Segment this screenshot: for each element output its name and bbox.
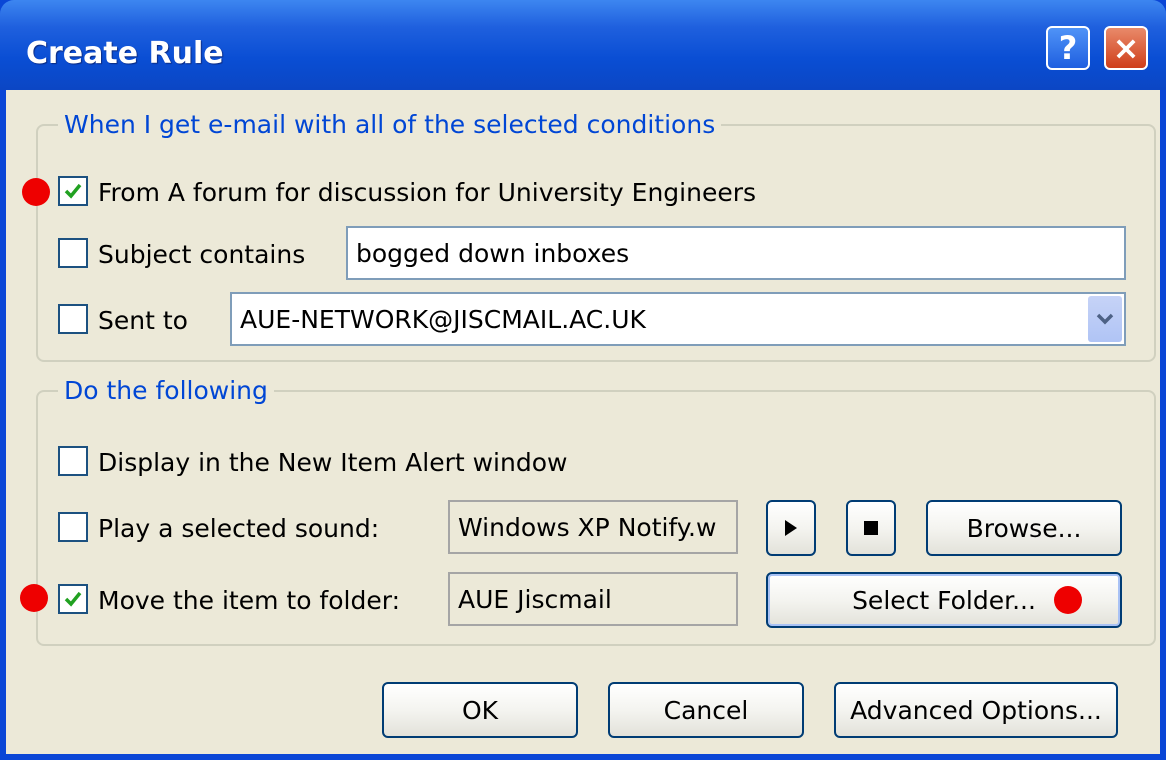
stop-icon [864, 521, 878, 535]
sound-file-field: Windows XP Notify.w [448, 500, 738, 554]
conditions-legend: When I get e-mail with all of the select… [64, 110, 716, 139]
annotation-marker [20, 584, 48, 612]
cancel-button[interactable]: Cancel [608, 682, 804, 738]
subject-checkbox[interactable] [58, 238, 88, 268]
sound-checkbox[interactable] [58, 512, 88, 542]
close-button[interactable]: × [1104, 26, 1148, 70]
annotation-marker [22, 178, 50, 206]
stop-sound-button[interactable] [846, 500, 896, 556]
move-label: Move the item to folder: [98, 586, 400, 615]
sound-label: Play a selected sound: [98, 514, 380, 543]
advanced-options-button[interactable]: Advanced Options... [834, 682, 1118, 738]
ok-button[interactable]: OK [382, 682, 578, 738]
sent-to-label: Sent to [98, 306, 188, 335]
alert-label: Display in the New Item Alert window [98, 448, 568, 477]
move-checkbox[interactable] [58, 584, 88, 614]
subject-label: Subject contains [98, 240, 306, 269]
annotation-marker [1054, 586, 1082, 614]
checkmark-icon [64, 591, 82, 607]
play-sound-button[interactable] [766, 500, 816, 556]
create-rule-window: Create Rule ? × When I get e-mail with a… [0, 0, 1166, 760]
checkmark-icon [64, 183, 82, 199]
help-button[interactable]: ? [1046, 26, 1090, 70]
window-title: Create Rule [26, 36, 224, 71]
sent-to-checkbox[interactable] [58, 304, 88, 334]
dialog-body: When I get e-mail with all of the select… [6, 90, 1160, 754]
browse-button[interactable]: Browse... [926, 500, 1122, 556]
actions-legend: Do the following [64, 376, 268, 405]
subject-input[interactable]: bogged down inboxes [346, 226, 1126, 280]
title-bar[interactable]: Create Rule ? × [0, 0, 1166, 90]
from-label: From A forum for discussion for Universi… [98, 178, 757, 207]
from-checkbox[interactable] [58, 176, 88, 206]
chevron-down-icon[interactable] [1088, 296, 1122, 342]
sent-to-value: AUE-NETWORK@JISCMAIL.AC.UK [240, 304, 646, 334]
target-folder-field: AUE Jiscmail [448, 572, 738, 626]
sent-to-combobox[interactable]: AUE-NETWORK@JISCMAIL.AC.UK [230, 292, 1126, 346]
play-icon [785, 520, 797, 536]
alert-checkbox[interactable] [58, 446, 88, 476]
